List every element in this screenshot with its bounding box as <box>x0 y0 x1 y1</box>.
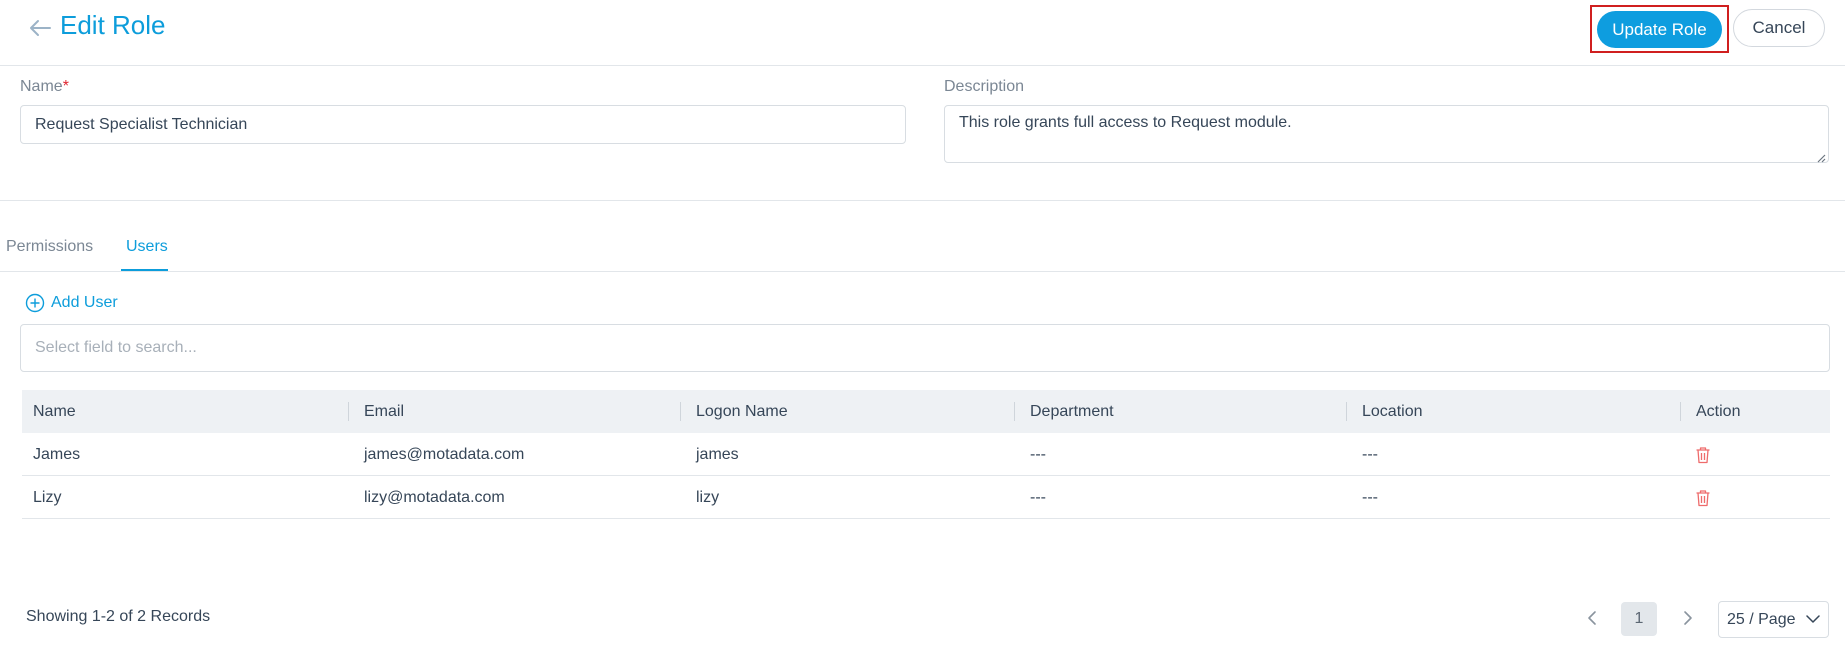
column-divider <box>1346 402 1347 421</box>
section-divider <box>0 200 1845 201</box>
chevron-down-icon <box>1806 615 1820 623</box>
column-header-email[interactable]: Email <box>364 390 404 433</box>
add-user-label: Add User <box>51 294 118 311</box>
name-label-text: Name <box>20 78 63 95</box>
trash-icon[interactable] <box>1695 446 1711 464</box>
update-role-button[interactable]: Update Role <box>1597 11 1722 48</box>
column-divider <box>680 402 681 421</box>
description-label: Description <box>944 78 1025 95</box>
search-input[interactable]: Select field to search... <box>20 324 1830 372</box>
table-header: Name Email Logon Name Department Locatio… <box>22 390 1830 433</box>
cell-email: james@motadata.com <box>364 446 525 463</box>
tab-users[interactable]: Users <box>126 238 168 256</box>
page-title: Edit Role <box>60 10 166 40</box>
column-divider <box>348 402 349 421</box>
column-divider <box>1014 402 1015 421</box>
cell-location: --- <box>1362 489 1378 506</box>
users-table: Name Email Logon Name Department Locatio… <box>22 390 1830 519</box>
cell-department: --- <box>1030 489 1046 506</box>
trash-icon[interactable] <box>1695 489 1711 507</box>
cancel-button[interactable]: Cancel <box>1733 9 1825 47</box>
page-size-select[interactable]: 25 / Page <box>1718 601 1829 638</box>
tab-bar: Permissions Users <box>0 230 1845 272</box>
chevron-left-icon[interactable] <box>1584 606 1600 630</box>
cell-email: lizy@motadata.com <box>364 489 505 506</box>
add-circle-icon <box>25 293 45 313</box>
column-header-location[interactable]: Location <box>1362 390 1423 433</box>
column-header-action: Action <box>1696 403 1741 420</box>
cell-department: --- <box>1030 446 1046 463</box>
description-field[interactable]: This role grants full access to Request … <box>944 105 1829 163</box>
cell-logon-name: lizy <box>696 489 720 506</box>
tab-permissions[interactable]: Permissions <box>6 238 93 256</box>
description-value: This role grants full access to Request … <box>959 114 1292 131</box>
cell-logon-name: james <box>696 446 739 463</box>
table-row: Lizy lizy@motadata.com lizy --- --- <box>22 476 1830 519</box>
cell-location: --- <box>1362 446 1378 463</box>
add-user-button[interactable]: Add User <box>25 292 118 314</box>
column-header-name[interactable]: Name <box>33 390 76 433</box>
name-field[interactable]: Request Specialist Technician <box>20 105 906 144</box>
name-label: Name* <box>20 78 69 96</box>
records-summary: Showing 1-2 of 2 Records <box>26 608 211 625</box>
active-tab-indicator <box>121 269 168 271</box>
back-arrow-icon[interactable] <box>28 12 52 44</box>
column-header-department[interactable]: Department <box>1030 390 1114 433</box>
column-divider <box>1680 402 1681 421</box>
cell-name: Lizy <box>33 489 62 506</box>
update-role-highlight: Update Role <box>1590 5 1729 53</box>
cell-name: James <box>33 446 81 463</box>
table-row: James james@motadata.com james --- --- <box>22 433 1830 476</box>
page-header: Edit Role Update Role Cancel <box>0 0 1845 66</box>
page-size-value: 25 / Page <box>1727 611 1796 628</box>
column-header-logon-name[interactable]: Logon Name <box>696 390 788 433</box>
page-number-button[interactable]: 1 <box>1621 602 1657 636</box>
chevron-right-icon[interactable] <box>1680 606 1696 630</box>
required-mark: * <box>62 78 69 95</box>
resize-grip-icon[interactable] <box>1816 150 1826 163</box>
